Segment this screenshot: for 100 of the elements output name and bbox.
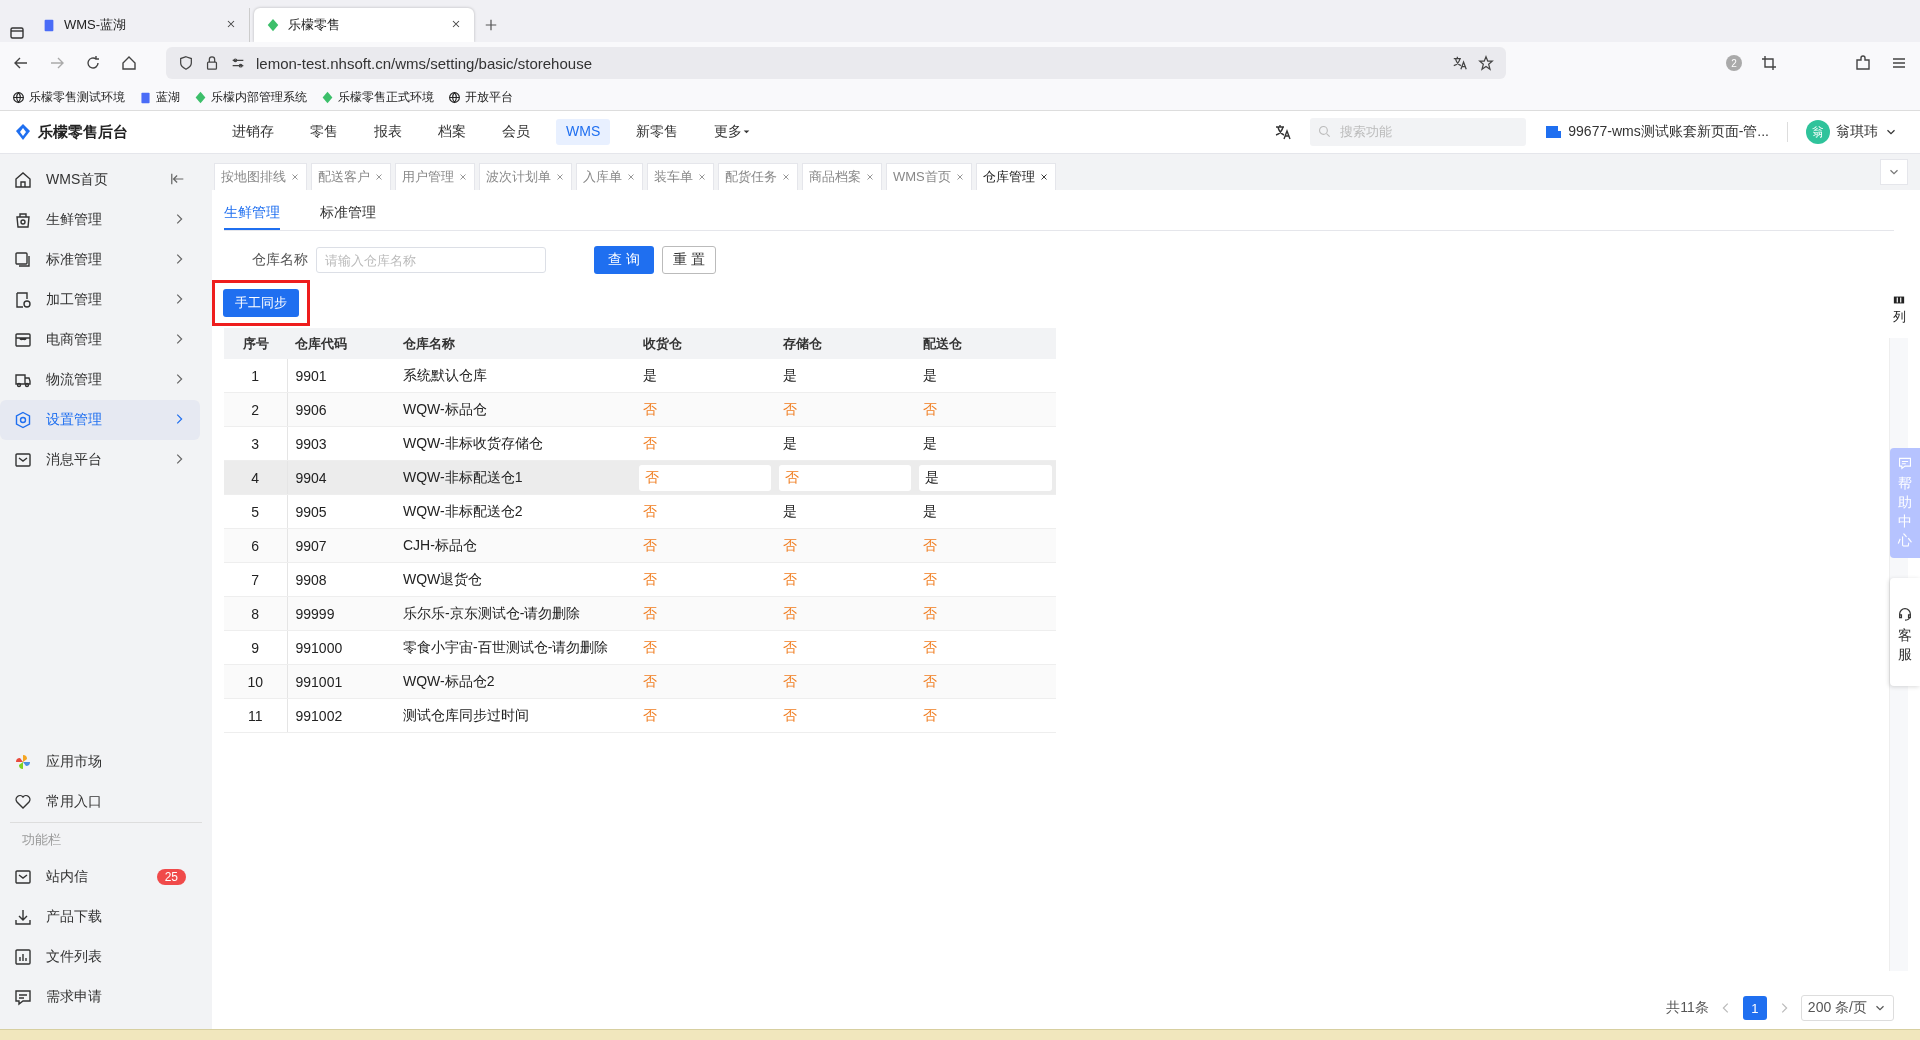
diamond-icon xyxy=(266,18,280,32)
sidebar-item[interactable]: 常用入口 xyxy=(0,782,200,822)
table-cell: 9906 xyxy=(287,392,395,427)
close-icon xyxy=(781,172,791,182)
table-row[interactable]: 5 9905 WQW-非标配送仓2 否 是 是 xyxy=(224,494,1056,529)
table-cell: CJH-标品仓 xyxy=(395,528,635,563)
table-cell: 否 xyxy=(915,630,1056,665)
page-tab[interactable]: 用户管理 xyxy=(395,163,475,190)
nav-item[interactable]: 报表 xyxy=(364,119,412,145)
table-cell: 9907 xyxy=(287,528,395,563)
table-cell: WQW-非标配送仓1 xyxy=(395,460,635,495)
table-cell: 否 xyxy=(915,698,1056,733)
bookmark[interactable]: 乐檬零售测试环境 xyxy=(12,88,125,106)
table-cell: 测试仓库同步过时间 xyxy=(395,698,635,733)
page-tab[interactable]: 配货任务 xyxy=(718,163,798,190)
nav-item[interactable]: 进销存 xyxy=(222,119,284,145)
reset-button[interactable]: 重 置 xyxy=(661,246,716,274)
table-row[interactable]: 7 9908 WQW退货仓 否 否 否 xyxy=(224,562,1056,597)
mail-icon xyxy=(14,451,32,469)
table-row[interactable]: 4 9904 WQW-非标配送仓1 否 否 是 xyxy=(224,460,1056,495)
sub-tab[interactable]: 生鲜管理 xyxy=(224,202,280,230)
headset-icon xyxy=(1897,606,1913,622)
table-row[interactable]: 10 991001 WQW-标品仓2 否 否 否 xyxy=(224,664,1056,699)
browser-tab[interactable]: 乐檬零售 xyxy=(254,8,474,42)
sidebar-item[interactable]: 标准管理 xyxy=(0,240,200,280)
nav-item[interactable]: 新零售 xyxy=(626,119,689,145)
sidebar-item[interactable]: 产品下载 xyxy=(0,897,200,937)
tab-list-icon xyxy=(8,24,26,42)
home-icon xyxy=(14,171,32,189)
table-row[interactable]: 11 991002 测试仓库同步过时间 否 否 否 xyxy=(224,698,1056,733)
customer-service-tab[interactable]: 客服 xyxy=(1890,578,1920,686)
hexagon-icon xyxy=(14,411,32,429)
nav-item[interactable]: 档案 xyxy=(428,119,476,145)
manual-sync-button[interactable]: 手工同步 xyxy=(223,289,299,317)
table-row[interactable]: 3 9903 WQW-非标收货存储仓 否 是 是 xyxy=(224,426,1056,461)
page-tab[interactable]: 波次计划单 xyxy=(479,163,572,190)
page-size-select[interactable]: 200 条/页 xyxy=(1800,995,1894,1021)
page-tab[interactable]: 商品档案 xyxy=(802,163,882,190)
account-name[interactable]: 99677-wms测试账套新页面-管... xyxy=(1568,123,1769,141)
sidebar-label: 站内信 xyxy=(46,868,88,886)
sidebar-item[interactable]: 物流管理 xyxy=(0,360,200,400)
star-icon xyxy=(1478,55,1494,71)
sidebar-item[interactable]: 消息平台 xyxy=(0,440,200,480)
page-tab[interactable]: 仓库管理 xyxy=(975,163,1056,190)
bar-chart-icon xyxy=(14,948,32,966)
sidebar-item[interactable]: 需求申请 xyxy=(0,977,200,1017)
sub-tab[interactable]: 标准管理 xyxy=(320,202,376,230)
page-tab[interactable]: 装车单 xyxy=(647,163,714,190)
table-row[interactable]: 6 9907 CJH-标品仓 否 否 否 xyxy=(224,528,1056,563)
table-cell: 否 xyxy=(775,460,915,495)
page-tab[interactable]: 按地图排线 xyxy=(214,163,307,190)
nav-item[interactable]: 会员 xyxy=(492,119,540,145)
bookmark[interactable]: 开放平台 xyxy=(448,88,513,106)
table-row[interactable]: 8 99999 乐尔乐-京东测试仓-请勿删除 否 否 否 xyxy=(224,596,1056,631)
close-icon xyxy=(1038,172,1049,182)
table-row[interactable]: 2 9906 WQW-标品仓 否 否 否 xyxy=(224,392,1056,427)
bookmark[interactable]: 蓝湖 xyxy=(139,88,180,106)
table-cell: 991001 xyxy=(287,664,395,699)
sidebar-item[interactable]: 站内信 25 xyxy=(0,857,200,897)
table-cell: 5 xyxy=(224,494,287,529)
plus-icon xyxy=(484,18,498,32)
sidebar-item[interactable]: 电商管理 xyxy=(0,320,200,360)
page-button[interactable]: 1 xyxy=(1742,996,1767,1020)
nav-item[interactable]: 更多 xyxy=(704,119,762,145)
translate-icon xyxy=(1452,55,1468,71)
document-icon xyxy=(42,18,56,32)
sliders-icon xyxy=(230,55,246,71)
column-settings-button[interactable]: 列 xyxy=(1892,294,1906,326)
sidebar-item[interactable]: WMS首页 xyxy=(0,160,200,200)
sidebar-item[interactable]: 生鲜管理 xyxy=(0,200,200,240)
table-cell: 否 xyxy=(915,392,1056,427)
nav-item[interactable]: WMS xyxy=(556,119,611,145)
page-tab[interactable]: 配送客户 xyxy=(311,163,391,190)
sidebar-item[interactable]: 应用市场 xyxy=(0,742,200,782)
table-cell: WQW-非标收货存储仓 xyxy=(395,426,635,461)
table-cell: 否 xyxy=(775,392,915,427)
page-tab[interactable]: WMS首页 xyxy=(886,163,972,190)
bookmark[interactable]: 乐檬零售正式环境 xyxy=(321,88,434,106)
query-button[interactable]: 查 询 xyxy=(594,246,654,274)
sidebar-item[interactable]: 设置管理 xyxy=(0,400,200,440)
table-row[interactable]: 9 991000 零食小宇宙-百世测试仓-请勿删除 否 否 否 xyxy=(224,630,1056,665)
nav-item[interactable]: 零售 xyxy=(300,119,348,145)
warehouse-name-field[interactable]: 请输入仓库名称 xyxy=(316,247,546,273)
user-name[interactable]: 翁琪玮 xyxy=(1836,123,1878,141)
close-icon xyxy=(697,172,707,182)
document-icon xyxy=(139,90,152,104)
close-icon xyxy=(458,172,468,182)
table-cell: 否 xyxy=(915,528,1056,563)
puzzle-icon xyxy=(1854,54,1872,72)
download-icon xyxy=(14,908,32,926)
sidebar-item[interactable]: 文件列表 xyxy=(0,937,200,977)
caret-down-icon xyxy=(742,127,752,136)
table-cell: 99999 xyxy=(287,596,395,631)
table-cell: 是 xyxy=(635,359,775,393)
address-bar[interactable]: lemon-test.nhsoft.cn/wms/setting/basic/storehouse xyxy=(166,47,1506,79)
table-row[interactable]: 1 9901 系统默认仓库 是 是 是 xyxy=(224,359,1056,393)
sidebar-item[interactable]: 加工管理 xyxy=(0,280,200,320)
bookmark[interactable]: 乐檬内部管理系统 xyxy=(194,88,307,106)
page-tab[interactable]: 入库单 xyxy=(576,163,643,190)
table-cell: 是 xyxy=(915,460,1056,495)
